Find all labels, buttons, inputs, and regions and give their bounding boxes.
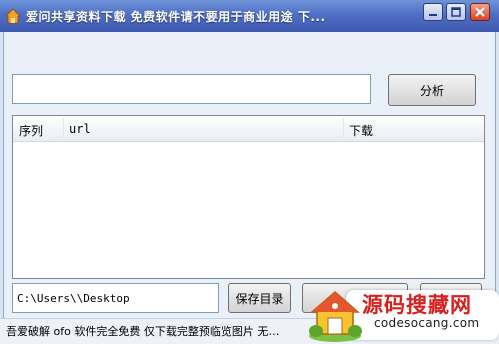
- status-text: 吾爱破解 ofo 软件完全免费 仅下载完整预临览图片 无…: [6, 325, 280, 338]
- maximize-icon: [451, 7, 461, 17]
- analyze-button[interactable]: 分析: [388, 74, 476, 106]
- column-divider[interactable]: [343, 118, 344, 138]
- watermark-domain: codesocang.com: [374, 316, 480, 330]
- watermark: 源码搜藏网 codesocang.com: [306, 286, 499, 343]
- column-header-url[interactable]: url: [69, 122, 91, 136]
- download-list[interactable]: 序列 url 下载: [12, 115, 485, 279]
- list-header: 序列 url 下载: [13, 116, 484, 142]
- watermark-title: 源码搜藏网: [362, 293, 472, 317]
- house-logo-icon: [309, 291, 362, 342]
- minimize-button[interactable]: [423, 3, 443, 21]
- column-divider[interactable]: [63, 118, 64, 138]
- save-path-input[interactable]: [12, 283, 219, 313]
- close-icon: [475, 7, 485, 17]
- column-header-download[interactable]: 下载: [349, 122, 373, 139]
- house-icon: [5, 8, 21, 24]
- column-header-index[interactable]: 序列: [19, 122, 43, 139]
- window-title: 爱问共享资料下载 免费软件请不要用于商业用途 下...: [26, 10, 326, 24]
- close-button[interactable]: [470, 3, 490, 21]
- save-directory-button[interactable]: 保存目录: [228, 283, 291, 313]
- title-bar[interactable]: 爱问共享资料下载 免费软件请不要用于商业用途 下...: [0, 0, 499, 32]
- minimize-icon: [429, 14, 437, 16]
- maximize-button[interactable]: [446, 3, 466, 21]
- url-input[interactable]: [12, 74, 371, 104]
